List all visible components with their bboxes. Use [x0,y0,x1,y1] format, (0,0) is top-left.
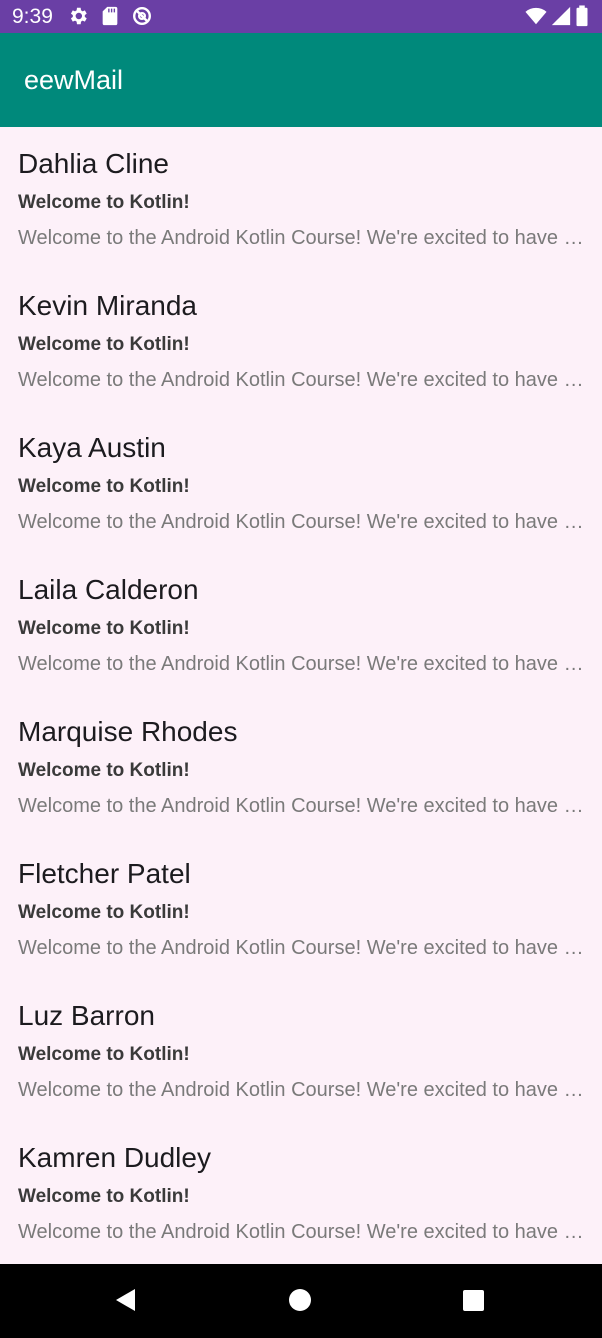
email-subject: Welcome to Kotlin! [18,192,190,213]
gear-icon [70,7,87,25]
email-item[interactable]: Luz Barron Welcome to Kotlin! Welcome to… [0,979,602,1121]
email-preview: Welcome to the Android Kotlin Course! We… [18,795,584,817]
email-item[interactable]: Kevin Miranda Welcome to Kotlin! Welcome… [0,269,602,411]
email-preview: Welcome to the Android Kotlin Course! We… [18,227,584,249]
email-subject: Welcome to Kotlin! [18,1186,190,1207]
email-preview: Welcome to the Android Kotlin Course! We… [18,937,584,959]
status-bar: 9:39 [0,0,602,33]
cell-signal-icon [551,6,571,26]
recents-icon[interactable] [453,1280,493,1320]
email-item[interactable]: Laila Calderon Welcome to Kotlin! Welcom… [0,553,602,695]
email-item[interactable]: Fletcher Patel Welcome to Kotlin! Welcom… [0,837,602,979]
status-time: 9:39 [12,5,53,28]
battery-icon [576,5,588,27]
home-icon[interactable] [280,1280,320,1320]
email-item[interactable]: Marquise Rhodes Welcome to Kotlin! Welco… [0,695,602,837]
email-sender: Kaya Austin [18,432,166,463]
email-preview: Welcome to the Android Kotlin Course! We… [18,1221,584,1243]
email-subject: Welcome to Kotlin! [18,334,190,355]
email-list[interactable]: Dahlia Cline Welcome to Kotlin! Welcome … [0,127,602,1264]
wifi-icon [525,7,547,25]
sd-card-icon [102,6,118,26]
email-subject: Welcome to Kotlin! [18,760,190,781]
email-preview: Welcome to the Android Kotlin Course! We… [18,1079,584,1101]
email-subject: Welcome to Kotlin! [18,1044,190,1065]
email-subject: Welcome to Kotlin! [18,476,190,497]
email-subject: Welcome to Kotlin! [18,902,190,923]
email-subject: Welcome to Kotlin! [18,618,190,639]
email-sender: Dahlia Cline [18,148,169,179]
email-sender: Laila Calderon [18,574,199,605]
email-sender: Fletcher Patel [18,858,191,889]
email-item[interactable]: Kamren Dudley Welcome to Kotlin! Welcome… [0,1121,602,1263]
back-icon[interactable] [105,1280,145,1320]
email-sender: Kevin Miranda [18,290,197,321]
email-preview: Welcome to the Android Kotlin Course! We… [18,511,584,533]
email-item[interactable]: Kaya Austin Welcome to Kotlin! Welcome t… [0,411,602,553]
app-title: eewMail [24,65,124,95]
email-sender: Luz Barron [18,1000,155,1031]
email-sender: Kamren Dudley [18,1142,211,1173]
data-saver-icon [133,7,151,25]
email-item[interactable]: Dahlia Cline Welcome to Kotlin! Welcome … [0,127,602,269]
navigation-bar [0,1264,602,1338]
app-bar: eewMail [0,33,602,127]
email-preview: Welcome to the Android Kotlin Course! We… [18,369,584,391]
email-sender: Marquise Rhodes [18,716,238,747]
email-preview: Welcome to the Android Kotlin Course! We… [18,653,584,675]
